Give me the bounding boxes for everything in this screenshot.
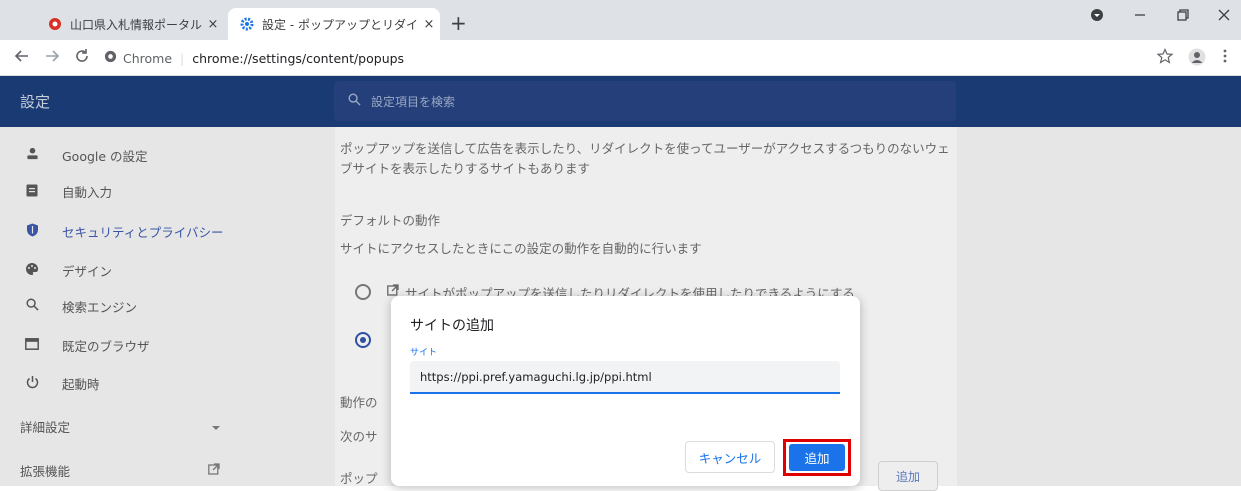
restore-icon[interactable] bbox=[1176, 8, 1190, 26]
add-site-dialog: サイトの追加 サイト キャンセル 追加 bbox=[391, 296, 860, 486]
sidebar-item-default-browser[interactable]: 既定のブラウザ bbox=[24, 336, 150, 355]
open-in-new-icon bbox=[208, 463, 220, 478]
tab-title: 設定 - ポップアップとリダイレクト bbox=[262, 17, 418, 32]
window-close-icon[interactable] bbox=[1217, 8, 1231, 26]
popup-allowed-label: ポップ bbox=[340, 471, 378, 486]
default-behavior-subtitle: サイトにアクセスしたときにこの設定の動作を自動的に行います bbox=[340, 241, 702, 256]
chrome-icon bbox=[104, 50, 117, 66]
add-site-button[interactable]: 追加 bbox=[878, 461, 938, 491]
chevron-down-icon bbox=[212, 419, 220, 434]
tab-strip: 山口県入札情報ポータルサイト・トッ × 設定 - ポップアップとリダイレクト ×… bbox=[0, 0, 1241, 40]
description-line-2: ブサイトを表示したりするサイトもあります bbox=[340, 161, 591, 176]
palette-icon bbox=[24, 262, 40, 280]
browser-window-icon bbox=[24, 337, 40, 354]
power-icon bbox=[24, 375, 40, 393]
search-icon bbox=[348, 93, 361, 109]
profile-avatar-icon[interactable] bbox=[1188, 48, 1206, 70]
description-line-1: ポップアップを送信して広告を表示したり、リダイレクトを使ってユーザーがアクセスす… bbox=[340, 141, 950, 156]
sidebar-item-advanced[interactable]: 詳細設定 bbox=[20, 417, 220, 436]
settings-gear-icon bbox=[240, 17, 254, 31]
site-chip[interactable]: Chrome bbox=[104, 50, 172, 66]
sidebar-item-appearance[interactable]: デザイン bbox=[24, 261, 112, 280]
next-sites-label: 次のサ bbox=[340, 429, 378, 444]
sidebar-item-google[interactable]: Google の設定 bbox=[24, 146, 148, 165]
sidebar-item-security[interactable]: セキュリティとプライバシー bbox=[24, 222, 224, 241]
back-arrow-icon[interactable] bbox=[14, 48, 30, 68]
search-icon bbox=[24, 298, 40, 315]
settings-search-box[interactable]: 設定項目を検索 bbox=[334, 81, 956, 121]
search-placeholder: 設定項目を検索 bbox=[371, 94, 456, 109]
browser-toolbar: Chrome | chrome://settings/content/popup… bbox=[0, 40, 1241, 76]
sidebar-item-label: 詳細設定 bbox=[20, 420, 71, 435]
radio-block-popups[interactable] bbox=[355, 332, 371, 348]
shield-icon bbox=[24, 223, 40, 241]
page-title: 設定 bbox=[20, 93, 51, 111]
radio-allow-popups[interactable] bbox=[355, 284, 371, 300]
tab-title: 山口県入札情報ポータルサイト・トッ bbox=[70, 17, 202, 32]
add-button-highlight: 追加 bbox=[783, 439, 851, 476]
sidebar-item-label: デザイン bbox=[62, 264, 113, 279]
site-chip-label: Chrome bbox=[123, 50, 173, 66]
sidebar-item-label: Google の設定 bbox=[62, 149, 148, 164]
default-behavior-heading: デフォルトの動作 bbox=[340, 213, 441, 228]
settings-sidebar: Google の設定 自動入力 セキュリティとプライバシー デザイン 検索エンジ… bbox=[0, 127, 240, 486]
sidebar-item-label: セキュリティとプライバシー bbox=[62, 225, 224, 240]
more-menu-icon[interactable] bbox=[1222, 48, 1228, 68]
site-input[interactable] bbox=[410, 361, 840, 394]
tab-settings[interactable]: 設定 - ポップアップとリダイレクト × bbox=[228, 8, 440, 40]
tab-close-icon[interactable]: × bbox=[418, 17, 440, 32]
tab-yamaguchi-portal[interactable]: 山口県入札情報ポータルサイト・トッ × bbox=[36, 8, 224, 40]
profile-menu-icon[interactable] bbox=[1090, 8, 1104, 26]
sidebar-item-label: 既定のブラウザ bbox=[62, 339, 150, 354]
address-bar[interactable]: Chrome | chrome://settings/content/popup… bbox=[104, 46, 1144, 70]
sidebar-item-label: 起動時 bbox=[62, 377, 100, 392]
url-text[interactable]: chrome://settings/content/popups bbox=[192, 51, 404, 66]
add-button[interactable]: 追加 bbox=[789, 444, 845, 471]
sidebar-item-search-engine[interactable]: 検索エンジン bbox=[24, 297, 137, 316]
person-icon bbox=[24, 147, 40, 164]
behavior-label: 動作の bbox=[340, 395, 378, 410]
sidebar-item-label: 検索エンジン bbox=[62, 300, 138, 315]
forward-arrow-icon[interactable] bbox=[44, 48, 60, 68]
sidebar-item-on-startup[interactable]: 起動時 bbox=[24, 374, 100, 393]
bookmark-star-icon[interactable] bbox=[1156, 48, 1174, 68]
minimize-icon[interactable] bbox=[1133, 8, 1147, 26]
site-field-label: サイト bbox=[410, 348, 438, 358]
sidebar-item-extensions[interactable]: 拡張機能 bbox=[20, 461, 220, 480]
omnibox-divider: | bbox=[180, 50, 185, 66]
site-favicon-icon bbox=[48, 17, 62, 31]
tab-close-icon[interactable]: × bbox=[202, 17, 224, 32]
cancel-button[interactable]: キャンセル bbox=[685, 441, 775, 473]
clipboard-icon bbox=[24, 183, 40, 201]
reload-icon[interactable] bbox=[74, 48, 90, 68]
settings-header: 設定 設定項目を検索 bbox=[0, 76, 1241, 127]
new-tab-button[interactable]: + bbox=[450, 11, 467, 35]
sidebar-item-autofill[interactable]: 自動入力 bbox=[24, 182, 112, 201]
sidebar-item-label: 拡張機能 bbox=[20, 464, 71, 479]
dialog-title: サイトの追加 bbox=[410, 318, 494, 334]
sidebar-item-label: 自動入力 bbox=[62, 185, 113, 200]
